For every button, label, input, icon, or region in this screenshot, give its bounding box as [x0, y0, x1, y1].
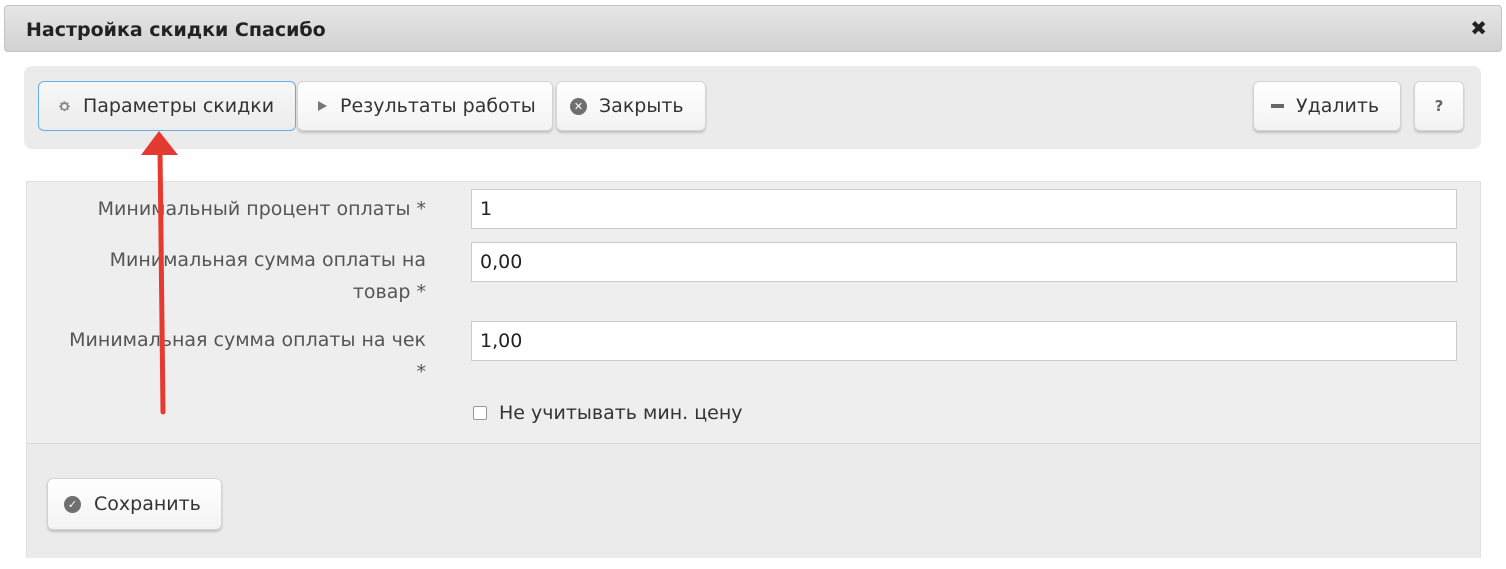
- tab-work-results[interactable]: Результаты работы: [297, 81, 553, 131]
- save-button[interactable]: ✓ Сохранить: [47, 478, 222, 530]
- play-icon: [317, 100, 328, 112]
- checkbox-label: Не учитывать мин. цену: [499, 402, 743, 424]
- field-label-min-sum-item: Минимальная сумма оплаты на товар *: [109, 249, 426, 303]
- ignore-min-price-row: Не учитывать мин. цену: [473, 402, 743, 424]
- delete-label: Удалить: [1296, 95, 1380, 117]
- tab-label: Результаты работы: [340, 95, 536, 117]
- close-button[interactable]: ✕ Закрыть: [556, 81, 706, 131]
- tab-label: Параметры скидки: [83, 95, 275, 117]
- min-percent-input[interactable]: [471, 189, 1457, 229]
- settings-panel: Минимальный процент оплаты * Минимальная…: [26, 181, 1481, 558]
- minus-icon: [1271, 104, 1284, 108]
- help-label: ?: [1434, 97, 1444, 115]
- ignore-min-price-checkbox[interactable]: [473, 406, 487, 420]
- toolbar: Параметры скидки Результаты работы ✕ Зак…: [24, 66, 1481, 149]
- close-label: Закрыть: [599, 95, 684, 117]
- min-sum-receipt-input[interactable]: [471, 321, 1457, 361]
- close-icon[interactable]: ✖: [1470, 17, 1487, 39]
- panel-footer: ✓ Сохранить: [27, 443, 1480, 558]
- dialog-titlebar: Настройка скидки Спасибо ✖: [4, 5, 1502, 52]
- min-sum-item-input[interactable]: [471, 242, 1457, 282]
- help-button[interactable]: ?: [1414, 81, 1464, 131]
- gear-icon: [58, 100, 71, 113]
- delete-button[interactable]: Удалить: [1253, 81, 1401, 131]
- field-label-min-sum-receipt: Минимальная сумма оплаты на чек *: [69, 329, 426, 383]
- dialog-title: Настройка скидки Спасибо: [26, 19, 326, 41]
- tab-discount-parameters[interactable]: Параметры скидки: [38, 81, 296, 131]
- save-label: Сохранить: [94, 493, 201, 515]
- close-circle-icon: ✕: [570, 97, 587, 115]
- check-circle-icon: ✓: [64, 495, 81, 513]
- field-label-min-percent: Минимальный процент оплаты *: [97, 198, 426, 220]
